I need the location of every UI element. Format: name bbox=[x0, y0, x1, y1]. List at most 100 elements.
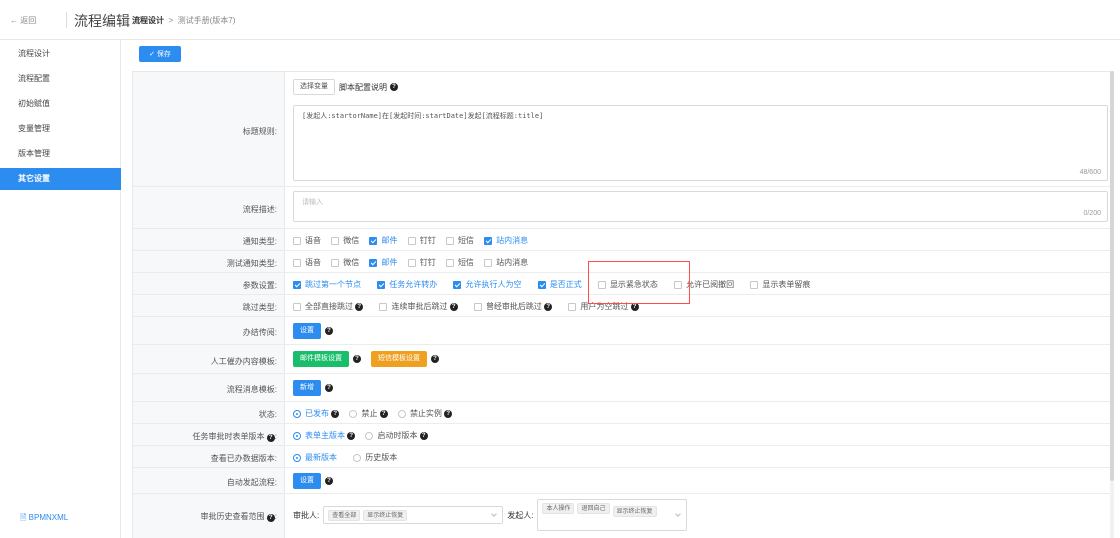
description-textarea[interactable]: 请输入 0/200 bbox=[293, 191, 1108, 222]
form-version-label: 任务审批时表单版本 ?: bbox=[192, 432, 277, 442]
help-icon[interactable]: ? bbox=[325, 327, 333, 335]
form-start-version-radio[interactable]: 启动时版本 ? bbox=[365, 430, 428, 441]
sms-template-button[interactable]: 短信模板设置 bbox=[371, 351, 427, 367]
test-notify-wechat-checkbox[interactable]: 微信 bbox=[331, 257, 359, 268]
option-label: 邮件 bbox=[381, 236, 398, 245]
help-icon[interactable]: ? bbox=[355, 302, 364, 311]
option-label: 邮件 bbox=[381, 258, 398, 267]
row-history-scope: 审批历史查看范围 ?: 审批人: 查看全部 显示终止恢复 发起人: 本人操作 退… bbox=[133, 494, 1113, 538]
help-icon[interactable]: ? bbox=[347, 431, 356, 440]
help-icon[interactable]: ? bbox=[449, 302, 458, 311]
allow-transfer-checkbox[interactable]: 任务允许转办 bbox=[377, 279, 437, 290]
option-label: 微信 bbox=[343, 236, 360, 245]
help-icon[interactable]: ? bbox=[431, 355, 439, 363]
help-icon[interactable]: ? bbox=[266, 434, 275, 442]
scrollbar-thumb[interactable] bbox=[1110, 71, 1114, 481]
mail-template-button[interactable]: 邮件模板设置 bbox=[293, 351, 349, 367]
skip-all-checkbox[interactable]: 全部直接跳过 ? bbox=[293, 301, 364, 312]
latest-version-radio[interactable]: 最新版本 bbox=[293, 452, 337, 463]
option-label: 允许执行人为空 bbox=[465, 280, 522, 289]
notify-dingtalk-checkbox[interactable]: 钉钉 bbox=[407, 235, 436, 246]
notify-mail-checkbox[interactable]: 邮件 bbox=[369, 235, 397, 246]
checkbox-box bbox=[379, 302, 388, 311]
select-variable-button[interactable]: 选择变量 bbox=[293, 79, 335, 95]
add-message-template-button[interactable]: 新增 bbox=[293, 380, 321, 396]
initiator-tag[interactable]: 显示终止恢复 bbox=[612, 506, 657, 517]
is-formal-checkbox[interactable]: 是否正式 bbox=[537, 279, 582, 290]
help-icon[interactable]: ? bbox=[544, 302, 553, 311]
help-icon[interactable]: ? bbox=[444, 409, 453, 418]
checkbox-box bbox=[484, 236, 493, 245]
urge-template-label: 人工催办内容模板: bbox=[210, 357, 277, 366]
test-notify-voice-checkbox[interactable]: 语音 bbox=[293, 257, 321, 268]
checkbox-box bbox=[331, 258, 340, 267]
skip-consecutive-checkbox[interactable]: 连续审批后跳过 ? bbox=[379, 301, 458, 312]
circulate-settings-button[interactable]: 设置 bbox=[293, 323, 321, 339]
help-icon[interactable]: ? bbox=[331, 409, 340, 418]
test-notify-inbox-checkbox[interactable]: 站内消息 bbox=[484, 257, 528, 268]
breadcrumb-item: 测试手册(版本7) bbox=[177, 16, 236, 25]
row-notify-type: 通知类型: 语音 微信 邮件 钉钉 短信 站内消息 bbox=[133, 229, 1113, 251]
sidebar-item-other-settings[interactable]: 其它设置 bbox=[0, 168, 121, 190]
sidebar-item-versions[interactable]: 版本管理 bbox=[0, 143, 121, 165]
help-icon[interactable]: ? bbox=[266, 514, 275, 522]
sidebar-item-variables[interactable]: 变量管理 bbox=[0, 118, 121, 140]
sidebar-item-flow-design[interactable]: 流程设计 bbox=[0, 43, 121, 65]
option-label: 禁止实例 bbox=[409, 409, 442, 418]
status-disable-instance-radio[interactable]: 禁止实例 ? bbox=[397, 408, 453, 419]
test-notify-sms-checkbox[interactable]: 短信 bbox=[445, 257, 474, 268]
help-icon[interactable]: ? bbox=[325, 477, 333, 485]
app-title: 流程编辑 bbox=[74, 13, 130, 29]
row-description: 流程描述: 请输入 0/200 bbox=[133, 187, 1113, 229]
initiator-select[interactable]: 本人操作 退回自己 显示终止恢复 bbox=[537, 499, 688, 531]
row-done-data-version: 查看已办数据版本: 最新版本 历史版本 bbox=[133, 446, 1113, 468]
checkbox-box bbox=[445, 258, 454, 267]
approver-tag[interactable]: 查看全部 bbox=[328, 509, 361, 521]
help-icon[interactable]: ? bbox=[419, 431, 428, 440]
skip-previously-approved-checkbox[interactable]: 曾经审批后跳过 ? bbox=[473, 301, 553, 312]
bpmnxml-link[interactable]: 🗎 BPMNXML bbox=[20, 512, 68, 526]
breadcrumb-current[interactable]: 流程设计 bbox=[132, 16, 164, 25]
test-notify-dingtalk-checkbox[interactable]: 钉钉 bbox=[407, 257, 436, 268]
checkbox-box bbox=[293, 258, 301, 267]
skip-first-node-checkbox[interactable]: 跳过第一个节点 bbox=[293, 279, 361, 290]
sidebar-item-flow-config[interactable]: 流程配置 bbox=[0, 68, 121, 90]
help-icon[interactable]: ? bbox=[325, 384, 333, 392]
history-scope-label-text: 审批历史查看范围 bbox=[200, 512, 265, 521]
back-link[interactable]: ← 返回 bbox=[10, 15, 36, 26]
option-label: 站内消息 bbox=[496, 236, 529, 245]
title-rule-textarea[interactable]: [发起人:startorName]在[发起时间:startDate]发起[流程标… bbox=[293, 105, 1108, 181]
file-icon: 🗎 bbox=[20, 513, 29, 522]
approver-select[interactable]: 查看全部 显示终止恢复 bbox=[323, 506, 504, 524]
notify-inbox-checkbox[interactable]: 站内消息 bbox=[484, 235, 528, 246]
auto-start-settings-button[interactable]: 设置 bbox=[293, 473, 321, 489]
approver-tag[interactable]: 显示终止恢复 bbox=[363, 509, 408, 521]
chevron-down-icon bbox=[675, 511, 682, 517]
notify-wechat-checkbox[interactable]: 微信 bbox=[331, 235, 359, 246]
title-rule-counter: 48/600 bbox=[1079, 169, 1101, 176]
highlight-box bbox=[588, 261, 690, 304]
status-published-radio[interactable]: 已发布 ? bbox=[293, 408, 340, 419]
radio-circle bbox=[293, 409, 301, 418]
help-icon[interactable]: ? bbox=[390, 83, 398, 91]
breadcrumb: 流程设计 > 测试手册(版本7) bbox=[132, 15, 235, 26]
params-label: 参数设置: bbox=[242, 281, 277, 290]
test-notify-type-label: 测试通知类型: bbox=[226, 259, 277, 268]
help-icon[interactable]: ? bbox=[353, 355, 361, 363]
test-notify-mail-checkbox[interactable]: 邮件 bbox=[369, 257, 397, 268]
notify-voice-checkbox[interactable]: 语音 bbox=[293, 235, 321, 246]
initiator-tag[interactable]: 退回自己 bbox=[577, 503, 610, 514]
initiator-tag[interactable]: 本人操作 bbox=[542, 503, 575, 514]
form-main-version-radio[interactable]: 表单主版本 ? bbox=[293, 430, 356, 441]
option-label: 允许已阅撤回 bbox=[686, 280, 735, 289]
option-label: 微信 bbox=[343, 258, 360, 267]
sidebar-item-init-assign[interactable]: 初始赋值 bbox=[0, 93, 121, 115]
status-disabled-radio[interactable]: 禁止 ? bbox=[349, 408, 388, 419]
notify-sms-checkbox[interactable]: 短信 bbox=[445, 235, 474, 246]
save-button[interactable]: ✓ 保存 bbox=[139, 46, 181, 62]
allow-empty-executor-checkbox[interactable]: 允许执行人为空 bbox=[453, 279, 521, 290]
history-version-radio[interactable]: 历史版本 bbox=[353, 452, 397, 463]
show-form-trace-checkbox[interactable]: 显示表单留痕 bbox=[750, 279, 810, 290]
scrollbar[interactable] bbox=[1110, 71, 1114, 538]
help-icon[interactable]: ? bbox=[379, 409, 388, 418]
